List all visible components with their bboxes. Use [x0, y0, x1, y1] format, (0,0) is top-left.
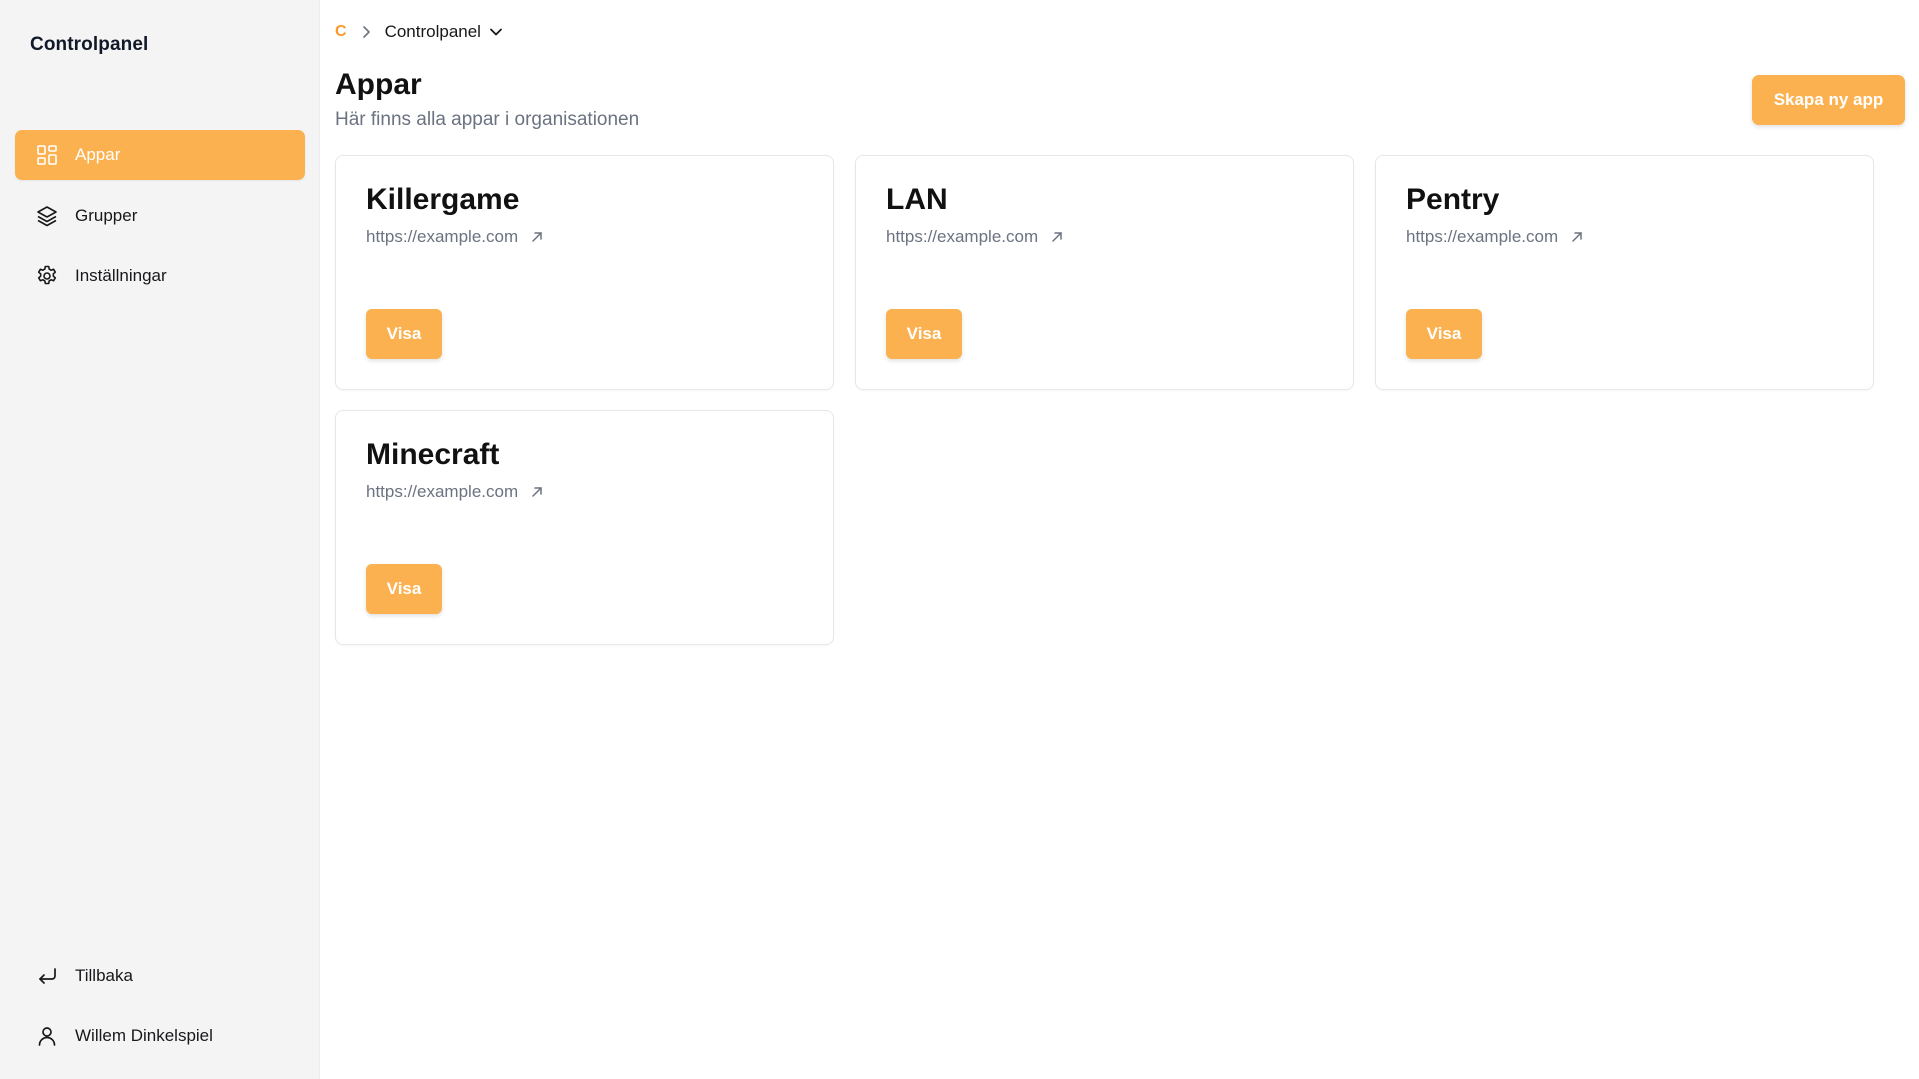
page-subtitle: Här finns alla appar i organisationen [335, 109, 640, 130]
app-url-text: https://example.com [366, 482, 519, 501]
sidebar-item-label: Appar [75, 145, 121, 164]
sidebar-item-installningar[interactable]: Inställningar [15, 251, 305, 301]
external-link-icon [1050, 230, 1064, 244]
sidebar-item-label: Tillbaka [75, 966, 133, 985]
sidebar-item-appar[interactable]: Appar [15, 130, 305, 180]
app-card: Minecraft https://example.com Visa [335, 410, 834, 645]
app-url-text: https://example.com [366, 227, 519, 246]
external-link-icon [530, 485, 544, 499]
gear-icon [35, 264, 59, 288]
app-url-link[interactable]: https://example.com [366, 482, 544, 502]
layers-icon [35, 204, 59, 228]
app-card: LAN https://example.com Visa [855, 155, 1354, 390]
app-card-title: LAN [886, 183, 948, 216]
sidebar: Controlpanel Appar Grupper Inställningar… [0, 0, 320, 1079]
breadcrumb-current-label: Controlpanel [384, 22, 481, 41]
view-app-button[interactable]: Visa [1406, 309, 1482, 359]
app-url-link[interactable]: https://example.com [1406, 227, 1584, 247]
sidebar-item-user[interactable]: Willem Dinkelspiel [15, 1011, 305, 1061]
app-url-link[interactable]: https://example.com [886, 227, 1064, 247]
create-app-button[interactable]: Skapa ny app [1752, 75, 1905, 125]
sidebar-item-grupper[interactable]: Grupper [15, 191, 305, 241]
app-card: Pentry https://example.com Visa [1375, 155, 1874, 390]
page-title: Appar [335, 68, 422, 101]
sidebar-item-tillbaka[interactable]: Tillbaka [15, 951, 305, 1001]
breadcrumb: C Controlpanel [335, 22, 503, 42]
view-app-button[interactable]: Visa [366, 309, 442, 359]
chevron-right-icon [361, 25, 371, 39]
return-arrow-icon [35, 964, 59, 988]
chevron-down-icon [481, 27, 503, 37]
sidebar-item-label: Willem Dinkelspiel [75, 1026, 213, 1045]
brand-logo: Controlpanel [30, 34, 149, 55]
app-url-text: https://example.com [1406, 227, 1559, 246]
grid-icon [35, 143, 59, 167]
app-url-text: https://example.com [886, 227, 1039, 246]
sidebar-item-label: Grupper [75, 206, 138, 225]
sidebar-item-label: Inställningar [75, 266, 167, 285]
view-app-button[interactable]: Visa [366, 564, 442, 614]
app-card-title: Pentry [1406, 183, 1500, 216]
external-link-icon [530, 230, 544, 244]
breadcrumb-current-dropdown[interactable]: Controlpanel [385, 22, 503, 42]
view-app-button[interactable]: Visa [886, 309, 962, 359]
user-icon [35, 1024, 59, 1048]
breadcrumb-home-link[interactable]: C [335, 23, 347, 41]
app-url-link[interactable]: https://example.com [366, 227, 544, 247]
app-card-title: Killergame [366, 183, 520, 216]
app-card-title: Minecraft [366, 438, 500, 471]
app-card: Killergame https://example.com Visa [335, 155, 834, 390]
external-link-icon [1570, 230, 1584, 244]
